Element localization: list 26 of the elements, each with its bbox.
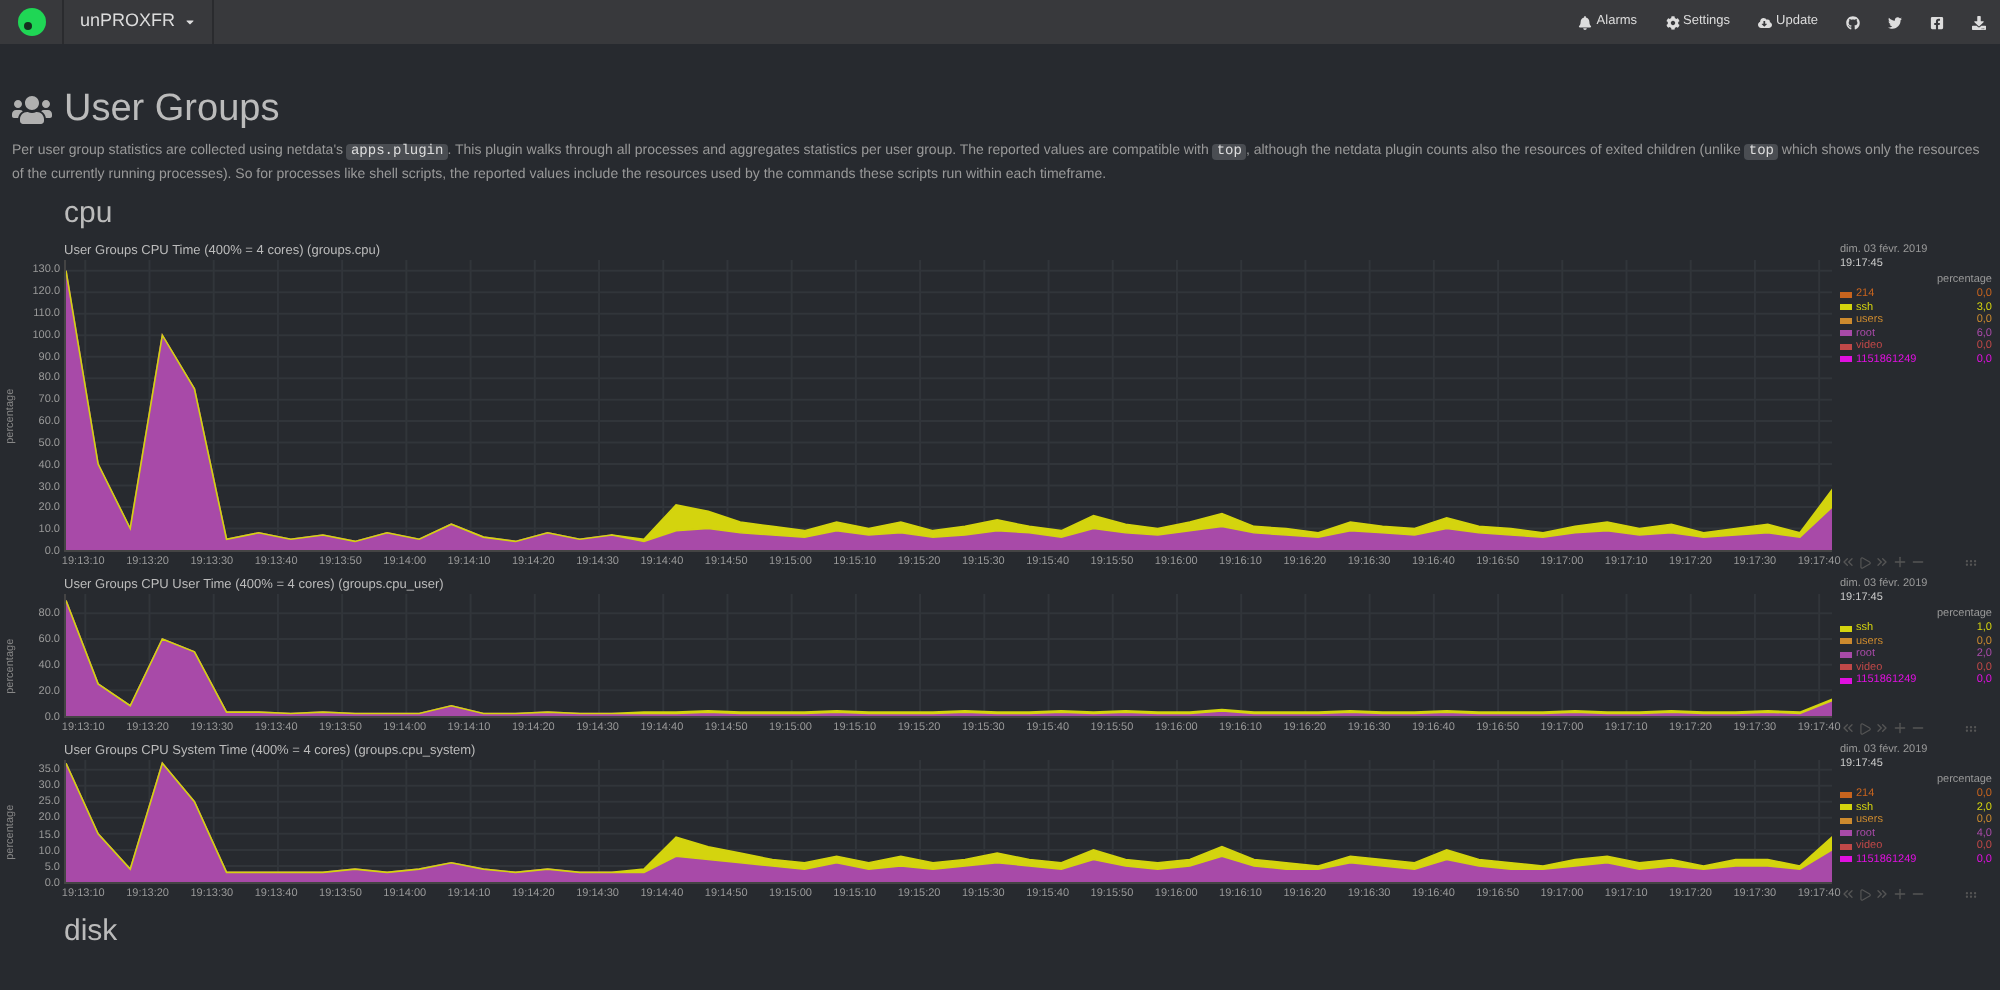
users-icon xyxy=(12,90,52,130)
logo-icon[interactable] xyxy=(17,8,45,36)
facebook-icon[interactable] xyxy=(1930,15,1944,29)
cloud-download-icon xyxy=(1758,15,1773,29)
pan-left-icon[interactable] xyxy=(1840,720,1856,736)
zoom-in-icon[interactable] xyxy=(1892,554,1908,570)
play-icon[interactable] xyxy=(1858,887,1872,901)
pan-right-icon[interactable] xyxy=(1874,554,1890,570)
zoom-in-icon[interactable] xyxy=(1892,886,1908,902)
pan-left-icon[interactable] xyxy=(1840,886,1856,902)
play-icon[interactable] xyxy=(1858,555,1872,569)
pan-right-icon[interactable] xyxy=(1874,886,1890,902)
page-title: User Groups xyxy=(64,88,280,132)
pan-left-icon[interactable] xyxy=(1840,554,1856,570)
caret-icon xyxy=(183,16,196,28)
settings-icon xyxy=(1665,15,1680,29)
bell-icon xyxy=(1578,15,1593,29)
host-menu-button[interactable]: unPROXFR xyxy=(64,0,214,44)
section-heading: cpu xyxy=(64,198,115,230)
download-icon[interactable] xyxy=(1972,15,1986,29)
github-icon[interactable] xyxy=(1846,15,1860,29)
pan-right-icon[interactable] xyxy=(1874,720,1890,736)
section-heading: disk xyxy=(64,916,120,948)
zoom-in-icon[interactable] xyxy=(1892,720,1908,736)
twitter-icon[interactable] xyxy=(1888,15,1902,29)
play-icon[interactable] xyxy=(1858,721,1872,735)
